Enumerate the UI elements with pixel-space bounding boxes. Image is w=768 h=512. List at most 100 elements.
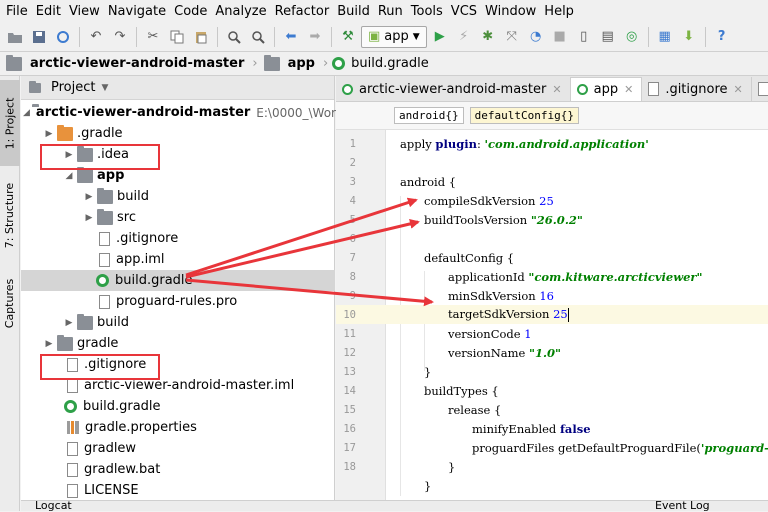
attach-debugger-icon[interactable]: ⤧ — [501, 26, 523, 48]
tab-partial[interactable]: p — [752, 77, 768, 101]
tree-row-app-gitignore[interactable]: .gitignore — [21, 228, 335, 249]
menu-vcs[interactable]: VCS — [447, 4, 481, 19]
code-line-6[interactable]: 6 — [336, 229, 768, 248]
code-line-19[interactable]: } — [336, 476, 768, 495]
code-line-11[interactable]: 11 versionCode 1 — [336, 324, 768, 343]
code-line-13[interactable]: 13 } — [336, 362, 768, 381]
forward-icon[interactable]: ➡ — [304, 26, 326, 48]
collapse-arrow-icon[interactable]: ▶ — [83, 192, 95, 202]
code-line-5[interactable]: 5 buildToolsVersion "26.0.2" — [336, 210, 768, 229]
run-config-dropdown[interactable]: ▣ app ▼ — [361, 25, 427, 48]
hammer-icon[interactable]: ⚒ — [337, 26, 359, 48]
menu-navigate[interactable]: Navigate — [104, 4, 170, 19]
menu-analyze[interactable]: Analyze — [211, 4, 270, 19]
back-icon[interactable]: ⬅ — [280, 26, 302, 48]
tree-row-gradle-properties[interactable]: gradle.properties — [21, 417, 335, 438]
code-line-7[interactable]: 7 defaultConfig { — [336, 248, 768, 267]
menu-help[interactable]: Help — [540, 4, 578, 19]
close-icon[interactable]: ✕ — [624, 83, 633, 96]
paste-icon[interactable] — [190, 26, 212, 48]
close-icon[interactable]: ✕ — [734, 83, 743, 96]
menu-run[interactable]: Run — [374, 4, 407, 19]
project-tool-tab[interactable]: 1: Project — [0, 80, 20, 166]
menu-window[interactable]: Window — [481, 4, 540, 19]
code-line-10[interactable]: 10 targetSdkVersion 25 — [336, 305, 768, 324]
copy-icon[interactable] — [166, 26, 188, 48]
code-line-14[interactable]: 14 buildTypes { — [336, 381, 768, 400]
breadcrumb-build-gradle[interactable]: build.gradle — [332, 56, 433, 71]
code-line-17[interactable]: 17 proguardFiles getDefaultProguardFile(… — [336, 438, 768, 457]
captures-tool-tab[interactable]: Captures — [0, 268, 20, 338]
menu-code[interactable]: Code — [170, 4, 211, 19]
code-line-15[interactable]: 15 release { — [336, 400, 768, 419]
code-line-12[interactable]: 12 versionName "1.0" — [336, 343, 768, 362]
close-icon[interactable]: ✕ — [552, 83, 561, 96]
tree-row-root-build-gradle[interactable]: build.gradle — [21, 396, 335, 417]
breadcrumb-project[interactable]: arctic-viewer-android-master — [4, 54, 248, 71]
root-project-name: arctic-viewer-android-master — [35, 105, 251, 120]
tree-row-root[interactable]: ◢ arctic-viewer-android-master E:\0000_\… — [21, 102, 349, 123]
structure-tool-tab[interactable]: 7: Structure — [0, 170, 20, 260]
help-icon[interactable]: ? — [711, 26, 733, 48]
code-line-18[interactable]: 18 } — [336, 457, 768, 476]
code-line-16[interactable]: 16 minifyEnabled false — [336, 419, 768, 438]
menu-tools[interactable]: Tools — [407, 4, 447, 19]
project-structure-icon[interactable]: ▦ — [654, 26, 676, 48]
tree-row-gradle-dir[interactable]: ▶ .gradle — [21, 123, 335, 144]
menu-refactor[interactable]: Refactor — [271, 4, 334, 19]
code-line-2[interactable]: 2 — [336, 153, 768, 172]
collapse-arrow-icon[interactable]: ▶ — [63, 318, 75, 328]
menu-file[interactable]: File — [2, 4, 32, 19]
code-line-3[interactable]: 3 android { — [336, 172, 768, 191]
redo-icon[interactable]: ↷ — [109, 26, 131, 48]
tree-row-src[interactable]: ▶ src — [21, 207, 335, 228]
android-sdk-icon[interactable]: ⬇ — [678, 26, 700, 48]
chevron-down-icon[interactable]: ▼ — [101, 83, 108, 93]
cut-icon[interactable]: ✂ — [142, 26, 164, 48]
sync-icon[interactable] — [52, 26, 74, 48]
tab-root-build-gradle[interactable]: arctic-viewer-android-master ✕ — [336, 77, 571, 101]
run-icon[interactable]: ▶ — [429, 26, 451, 48]
tree-row-app-build[interactable]: ▶ build — [21, 186, 335, 207]
gradle-icon — [342, 83, 353, 95]
expand-arrow-icon[interactable]: ◢ — [23, 108, 30, 118]
tab-app-build-gradle[interactable]: app ✕ — [570, 77, 643, 101]
profile-icon[interactable]: ◔ — [525, 26, 547, 48]
save-icon[interactable] — [28, 26, 50, 48]
crumb-default-config-block[interactable]: defaultConfig{} — [469, 107, 579, 124]
menu-view[interactable]: View — [65, 4, 104, 19]
menu-build[interactable]: Build — [333, 4, 374, 19]
code-line-8[interactable]: 8 applicationId "com.kitware.arcticviewe… — [336, 267, 768, 286]
expand-arrow-icon[interactable]: ◢ — [63, 171, 75, 181]
apply-changes-icon[interactable]: ⚡ — [453, 26, 475, 48]
stop-icon[interactable]: ■ — [549, 26, 571, 48]
debug-icon[interactable]: ✱ — [477, 26, 499, 48]
tree-row-gradlew[interactable]: gradlew — [21, 438, 335, 459]
menu-edit[interactable]: Edit — [32, 4, 65, 19]
collapse-arrow-icon[interactable]: ▶ — [43, 339, 55, 349]
tree-row-app-build-gradle[interactable]: build.gradle — [21, 270, 335, 291]
code-line-9[interactable]: 9 minSdkVersion 16 — [336, 286, 768, 305]
event-log-tab[interactable]: Event Log — [655, 499, 710, 512]
tab-gitignore[interactable]: .gitignore ✕ — [642, 77, 752, 101]
open-folder-icon[interactable] — [4, 26, 26, 48]
crumb-android-block[interactable]: android{} — [394, 107, 464, 124]
breadcrumb-app[interactable]: app — [262, 54, 319, 71]
collapse-arrow-icon[interactable]: ▶ — [43, 129, 55, 139]
tree-row-gradle-folder[interactable]: ▶ gradle — [21, 333, 335, 354]
replace-icon[interactable] — [247, 26, 269, 48]
tree-row-proguard[interactable]: proguard-rules.pro — [21, 291, 335, 312]
tree-row-gradlew-bat[interactable]: gradlew.bat — [21, 459, 335, 480]
code-line-1[interactable]: 1 apply plugin: 'com.android.application… — [336, 134, 768, 153]
tree-row-license[interactable]: LICENSE — [21, 480, 335, 501]
gradle-sync-icon[interactable]: ◎ — [621, 26, 643, 48]
tree-row-app-iml[interactable]: app.iml — [21, 249, 335, 270]
device-manager-icon[interactable]: ▯ — [573, 26, 595, 48]
code-line-4[interactable]: 4 compileSdkVersion 25 — [336, 191, 768, 210]
sdk-manager-icon[interactable]: ▤ — [597, 26, 619, 48]
tree-row-build[interactable]: ▶ build — [21, 312, 335, 333]
undo-icon[interactable]: ↶ — [85, 26, 107, 48]
logcat-tab[interactable]: Logcat — [35, 499, 72, 512]
collapse-arrow-icon[interactable]: ▶ — [83, 213, 95, 223]
find-icon[interactable] — [223, 26, 245, 48]
